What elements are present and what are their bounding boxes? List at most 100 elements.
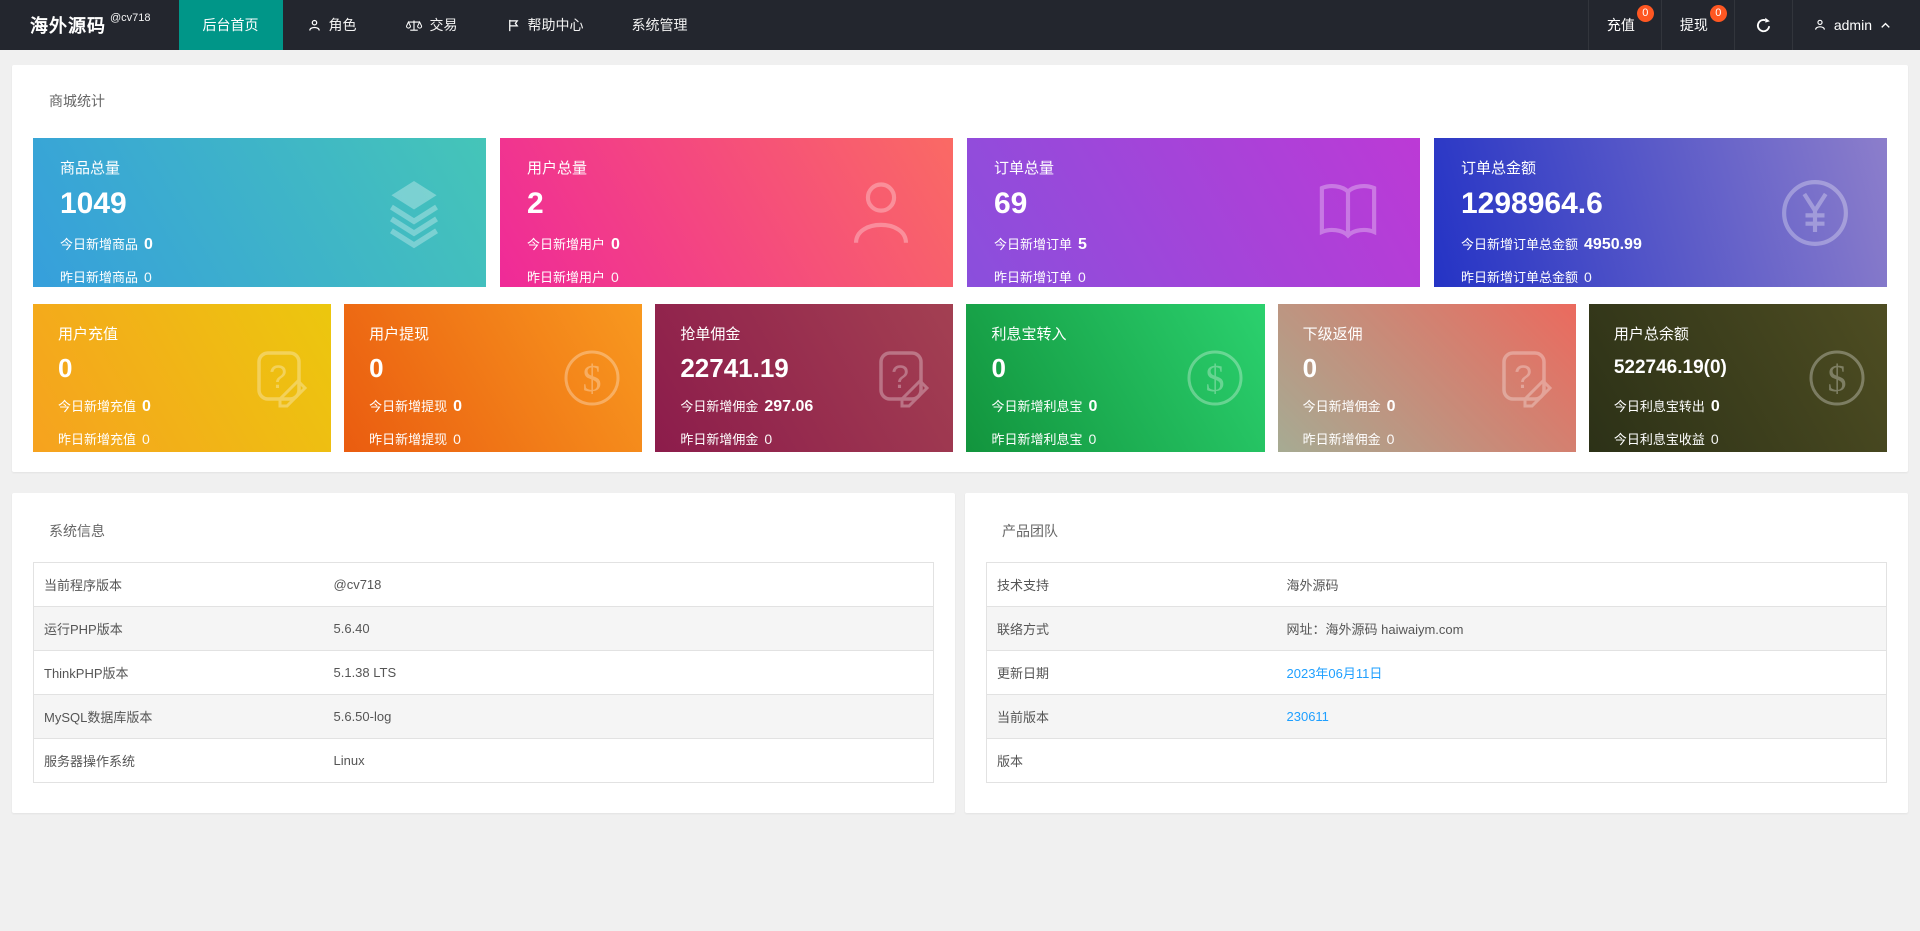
username: admin bbox=[1833, 17, 1872, 33]
menu-item-label: 交易 bbox=[429, 17, 458, 33]
main-menu: 后台首页 角色 交易 帮助中心 系统管理 bbox=[178, 0, 712, 50]
update-date-link[interactable]: 2023年06月11日 bbox=[1287, 666, 1383, 681]
stat-line-label: 今日利息宝收益 bbox=[1613, 432, 1705, 447]
table-row: 联络方式 网址：海外源码 haiwaiym.com bbox=[986, 606, 1887, 651]
product-team-panel: 产品团队 技术支持 海外源码 联络方式 网址：海外源码 haiwaiym.com… bbox=[965, 493, 1908, 813]
system-info-table: 当前程序版本 @cv718 运行PHP版本 5.6.40 ThinkPHP版本 … bbox=[33, 562, 934, 783]
stat-line-label: 昨日新增用户 bbox=[527, 270, 606, 285]
stat-line-value: 0 bbox=[144, 269, 152, 285]
stat-line-yesterday: 今日利息宝收益 0 bbox=[1614, 429, 1867, 448]
table-row: 运行PHP版本 5.6.40 bbox=[33, 606, 934, 651]
info-label: 运行PHP版本 bbox=[33, 606, 324, 651]
stat-line-value: 5 bbox=[1078, 236, 1087, 253]
brand-logo[interactable]: 海外源码 @cv718 bbox=[0, 0, 179, 50]
info-label: 服务器操作系统 bbox=[33, 738, 324, 783]
stat-line-value: 0 bbox=[142, 431, 150, 447]
recharge-badge: 0 bbox=[1636, 5, 1654, 22]
stat-line-label: 今日新增佣金 bbox=[680, 399, 759, 414]
stat-line-label: 今日新增商品 bbox=[60, 237, 139, 252]
stat-line-label: 今日新增订单 bbox=[994, 237, 1073, 252]
stat-line-label: 今日新增佣金 bbox=[1302, 399, 1381, 414]
info-value: Linux bbox=[323, 738, 934, 783]
help-edit-icon bbox=[249, 346, 313, 410]
stat-line-label: 昨日新增佣金 bbox=[1302, 432, 1381, 447]
stat-line-value: 0 bbox=[764, 431, 773, 447]
stat-card-user-withdraw: 用户提现 0 今日新增提现 0 昨日新增提现 0 bbox=[344, 304, 643, 452]
withdraw-label: 提现 bbox=[1679, 17, 1708, 33]
stat-card-user-total: 用户总量 2 今日新增用户 0 昨日新增用户 0 bbox=[500, 138, 953, 287]
stat-line-yesterday: 昨日新增利息宝 0 bbox=[991, 429, 1244, 448]
stat-line-value: 0 bbox=[611, 269, 619, 285]
table-row: 服务器操作系统 Linux bbox=[33, 738, 934, 783]
stat-line-value: 0 bbox=[453, 398, 463, 415]
book-icon bbox=[1310, 175, 1386, 251]
table-row: ThinkPHP版本 5.1.38 LTS bbox=[33, 650, 934, 695]
stat-line-label: 昨日新增佣金 bbox=[680, 432, 759, 447]
stat-card-order-total: 订单总量 69 今日新增订单 5 昨日新增订单 0 bbox=[967, 138, 1420, 287]
stat-line-label: 昨日新增订单 bbox=[994, 270, 1073, 285]
stat-title: 抢单佣金 bbox=[680, 326, 741, 343]
stat-line-value: 0 bbox=[1088, 431, 1097, 447]
table-row: 当前程序版本 @cv718 bbox=[33, 562, 934, 607]
withdraw-button[interactable]: 提现 0 bbox=[1660, 0, 1734, 50]
stat-card-sub-rebate: 下级返佣 0 今日新增佣金 0 昨日新增佣金 0 bbox=[1277, 304, 1576, 452]
person-icon bbox=[843, 175, 919, 251]
menu-item-label: 系统管理 bbox=[631, 17, 688, 33]
stat-line-value: 297.06 bbox=[764, 398, 814, 415]
stat-line-value: 0 bbox=[1710, 398, 1720, 415]
stats-panel-title: 商城统计 bbox=[49, 93, 105, 109]
stat-card-grab-commission: 抢单佣金 22741.19 今日新增佣金 297.06 昨日新增佣金 0 bbox=[655, 304, 954, 452]
info-value: 5.6.40 bbox=[323, 606, 934, 651]
menu-item-system[interactable]: 系统管理 bbox=[608, 0, 712, 50]
table-row: 版本 bbox=[986, 738, 1887, 783]
stat-title: 用户充值 bbox=[58, 326, 119, 343]
dollar-circle-icon bbox=[560, 346, 624, 410]
stat-line-label: 今日新增提现 bbox=[369, 399, 448, 414]
table-row: 更新日期 2023年06月11日 bbox=[986, 650, 1887, 695]
user-menu[interactable]: admin bbox=[1791, 0, 1906, 50]
recharge-button[interactable]: 充值 0 bbox=[1587, 0, 1661, 50]
stat-title: 用户提现 bbox=[369, 326, 430, 343]
withdraw-badge: 0 bbox=[1709, 5, 1727, 22]
flag-icon bbox=[506, 18, 521, 33]
system-info-panel: 系统信息 当前程序版本 @cv718 运行PHP版本 5.6.40 ThinkP… bbox=[12, 493, 955, 813]
bottom-panels: 系统信息 当前程序版本 @cv718 运行PHP版本 5.6.40 ThinkP… bbox=[12, 493, 1908, 813]
stat-line-value: 0 bbox=[1078, 269, 1086, 285]
refresh-button[interactable] bbox=[1733, 0, 1792, 50]
stat-line-value: 4950.99 bbox=[1584, 236, 1642, 253]
info-label: 更新日期 bbox=[986, 650, 1277, 695]
stat-line-label: 昨日新增利息宝 bbox=[991, 432, 1083, 447]
stat-title: 下级返佣 bbox=[1302, 326, 1363, 343]
info-label: ThinkPHP版本 bbox=[33, 650, 324, 695]
menu-item-dashboard[interactable]: 后台首页 bbox=[178, 0, 283, 50]
stat-line-label: 昨日新增充值 bbox=[58, 432, 137, 447]
stat-line-yesterday: 昨日新增商品 0 bbox=[60, 267, 466, 286]
current-version-link[interactable]: 230611 bbox=[1287, 709, 1329, 724]
stat-line-value: 0 bbox=[1386, 398, 1396, 415]
stat-line-label: 今日利息宝转出 bbox=[1613, 399, 1705, 414]
product-team-table: 技术支持 海外源码 联络方式 网址：海外源码 haiwaiym.com 更新日期… bbox=[986, 562, 1887, 783]
info-label: MySQL数据库版本 bbox=[33, 694, 324, 739]
stat-line-label: 昨日新增提现 bbox=[369, 432, 448, 447]
recharge-label: 充值 bbox=[1606, 17, 1635, 33]
stat-line-yesterday: 昨日新增佣金 0 bbox=[1303, 429, 1556, 448]
stat-line-label: 昨日新增订单总金额 bbox=[1461, 270, 1579, 285]
brand-version: @cv718 bbox=[110, 12, 151, 24]
stat-title: 利息宝转入 bbox=[991, 326, 1067, 343]
info-value: 5.6.50-log bbox=[323, 694, 934, 739]
layers-icon bbox=[376, 175, 452, 251]
primary-stats-row: 商品总量 1049 今日新增商品 0 昨日新增商品 0 用户总量 2 今日新增用… bbox=[33, 138, 1887, 287]
stat-line-yesterday: 昨日新增提现 0 bbox=[369, 429, 622, 448]
secondary-stats-row: 用户充值 0 今日新增充值 0 昨日新增充值 0 用户提现 0 今日新增提现 0 bbox=[33, 304, 1887, 452]
menu-item-help-center[interactable]: 帮助中心 bbox=[482, 0, 608, 50]
stat-card-order-amount: 订单总金额 1298964.6 今日新增订单总金额 4950.99 昨日新增订单… bbox=[1434, 138, 1887, 287]
info-label: 联络方式 bbox=[986, 606, 1277, 651]
menu-item-label: 帮助中心 bbox=[527, 17, 584, 33]
menu-item-trade[interactable]: 交易 bbox=[381, 0, 482, 50]
menu-item-label: 后台首页 bbox=[202, 17, 259, 33]
dollar-circle-icon bbox=[1805, 346, 1869, 410]
stat-card-product-total: 商品总量 1049 今日新增商品 0 昨日新增商品 0 bbox=[33, 138, 486, 287]
menu-item-roles[interactable]: 角色 bbox=[283, 0, 381, 50]
info-value: 网址：海外源码 haiwaiym.com bbox=[1276, 606, 1887, 651]
stat-line-value: 0 bbox=[1710, 431, 1719, 447]
